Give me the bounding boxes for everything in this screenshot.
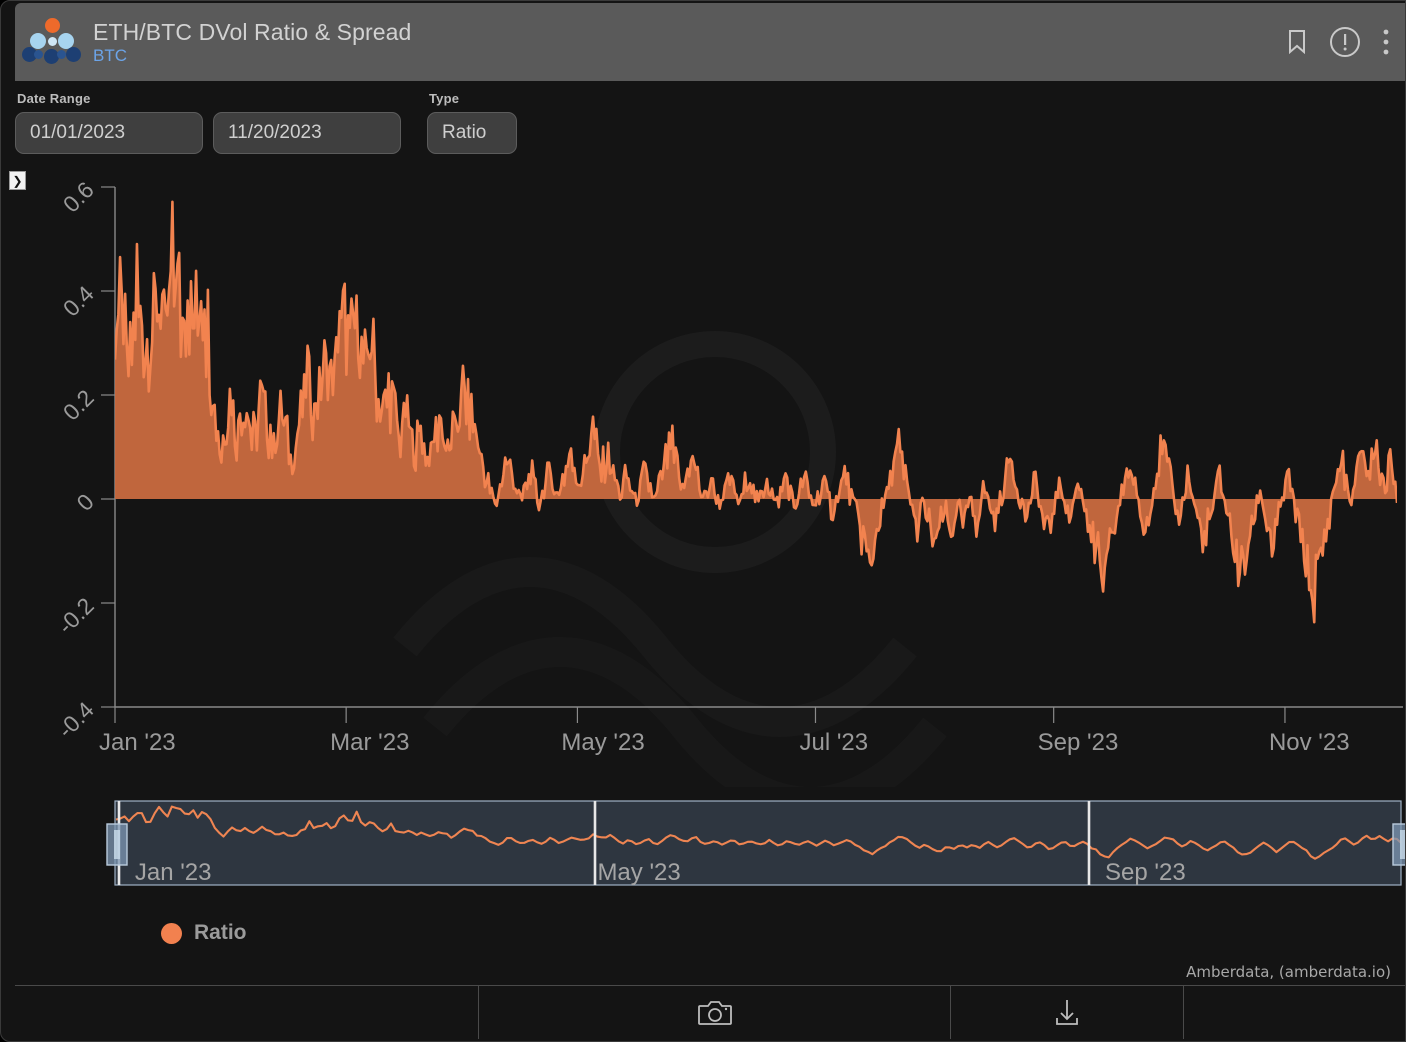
date-range-group: Date Range 01/01/2023 [15,91,203,154]
amberdata-molecule-logo-icon [21,16,83,68]
legend-marker-ratio [161,922,182,944]
x-tick-label: Mar '23 [330,729,409,756]
type-select[interactable]: Ratio [427,112,517,154]
footer-end-cell [1184,986,1405,1039]
date-from-input[interactable]: 01/01/2023 [15,112,203,154]
y-tick-label: 0 [71,488,98,515]
type-group: Type Ratio [427,91,517,154]
date-to-input[interactable]: 11/20/2023 [213,112,401,154]
page-title: ETH/BTC DVol Ratio & Spread [93,18,412,45]
y-tick-label: 0.4 [58,280,99,321]
screenshot-button[interactable] [479,986,951,1039]
camera-icon [697,1000,732,1025]
date-to-label-spacer [213,91,401,106]
page-subtitle[interactable]: BTC [93,46,1287,66]
date-range-label: Date Range [17,91,91,106]
chart-plot-area[interactable]: 0.6 0.4 0.2 0 -0.2 -0.4 Jan '23 Mar '23 May '23… [15,167,1405,787]
x-tick-label: May '23 [561,729,644,756]
panel-header: ETH/BTC DVol Ratio & Spread BTC [15,3,1405,81]
info-circle-icon[interactable] [1329,26,1361,58]
expand-sidebar-button[interactable]: ❯ [9,171,26,190]
navigator-tick-label: May '23 [597,859,680,886]
y-axis-ticks: 0.6 0.4 0.2 0 -0.2 -0.4 [52,176,115,743]
x-tick-label: Sep '23 [1038,729,1119,756]
navigator-svg[interactable]: Jan '23 May '23 Sep '23 [15,787,1406,907]
x-tick-label: Jul '23 [799,729,868,756]
y-tick-label: 0.6 [58,176,99,217]
footer-blank-cell [15,986,479,1039]
y-tick-label: -0.4 [52,696,99,743]
attribution-text: Amberdata, (amberdata.io) [1186,963,1391,981]
x-tick-label: Nov '23 [1269,729,1350,756]
y-tick-label: 0.2 [58,384,99,425]
download-button[interactable] [951,986,1184,1039]
bookmark-icon[interactable] [1287,30,1307,54]
chart-legend[interactable]: Ratio [161,921,247,945]
footer-toolbar [15,985,1405,1039]
legend-label-ratio[interactable]: Ratio [194,921,247,945]
header-actions [1287,26,1389,58]
y-tick-label: -0.2 [52,592,98,638]
chart-panel: ETH/BTC DVol Ratio & Spread BTC Date Ran… [0,0,1406,1042]
background-watermark-icon [393,331,947,787]
navigator-handle-right[interactable] [1392,823,1406,866]
overflow-menu-icon[interactable] [1383,29,1389,55]
main-chart-svg[interactable]: 0.6 0.4 0.2 0 -0.2 -0.4 Jan '23 Mar '23 May '23… [15,167,1406,787]
navigator-tick-label: Sep '23 [1105,859,1186,886]
range-navigator[interactable]: Jan '23 May '23 Sep '23 [15,787,1405,907]
navigator-handle-left[interactable] [106,823,128,866]
navigator-tick-label: Jan '23 [135,859,212,886]
x-tick-label: Jan '23 [99,729,176,756]
date-to-group: 11/20/2023 [213,91,401,154]
header-text-block: ETH/BTC DVol Ratio & Spread BTC [93,19,1287,66]
download-icon [1056,999,1078,1025]
type-label: Type [429,91,460,106]
controls-bar: Date Range 01/01/2023 11/20/2023 Type Ra… [15,81,1405,167]
